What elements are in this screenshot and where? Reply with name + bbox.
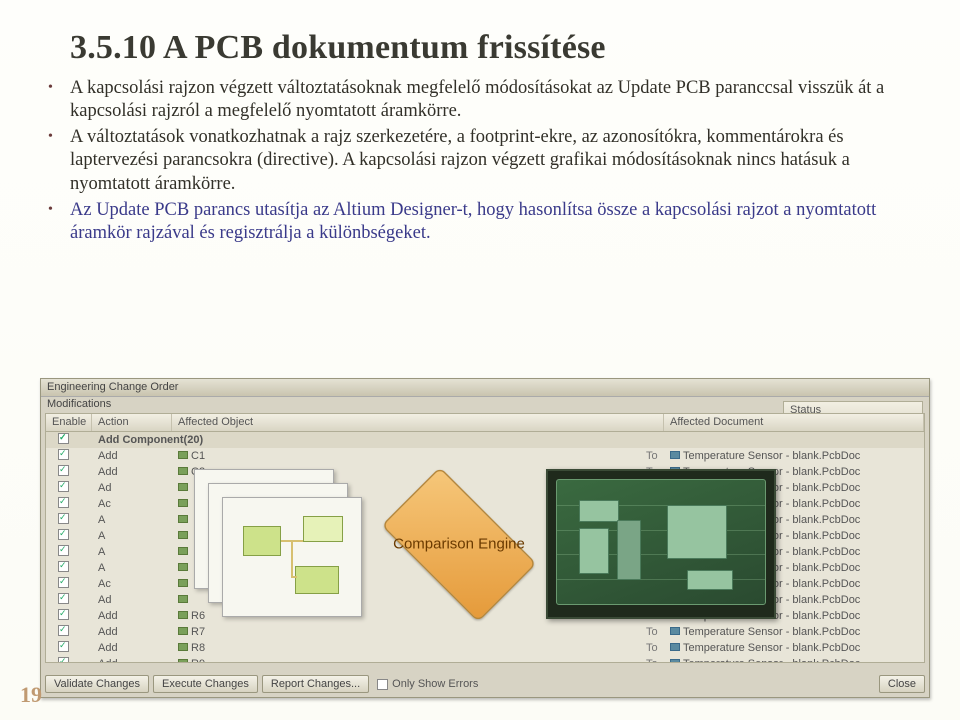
document-icon [670, 627, 680, 635]
row-object: R7 [172, 626, 640, 638]
component-icon [178, 643, 188, 651]
row-action: Add [92, 626, 172, 638]
slide-title: 3.5.10 A PCB dokumentum frissítése [70, 28, 924, 67]
checkbox-icon[interactable] [58, 609, 69, 620]
bullet-3: Az Update PCB parancs utasítja az Altium… [40, 199, 924, 245]
only-errors-checkbox[interactable]: Only Show Errors [377, 678, 478, 690]
row-document: Temperature Sensor - blank PcbDoc [664, 658, 924, 663]
checkbox-icon[interactable] [58, 641, 69, 652]
component-icon [178, 467, 188, 475]
eco-grid-header: Enable Action Affected Object Affected D… [46, 414, 924, 432]
row-to: To [640, 450, 664, 462]
row-to: To [640, 642, 664, 654]
checkbox-icon[interactable] [58, 657, 69, 663]
row-action: A [92, 562, 172, 574]
checkbox-icon[interactable] [58, 625, 69, 636]
only-errors-label: Only Show Errors [392, 678, 478, 690]
row-object: C1 [172, 450, 640, 462]
close-button[interactable]: Close [879, 675, 925, 693]
page-number: 19 [20, 682, 42, 708]
checkbox-icon[interactable] [58, 481, 69, 492]
checkbox-icon[interactable] [58, 513, 69, 524]
checkbox-icon [377, 679, 388, 690]
eco-row[interactable]: AddR8ToTemperature Sensor - blank.PcbDoc [46, 640, 924, 656]
eco-group-label: Add Component(20) [92, 434, 209, 446]
component-icon [178, 627, 188, 635]
row-object: R8 [172, 642, 640, 654]
eco-group-row: Add Component(20) [46, 432, 924, 448]
row-document: Temperature Sensor - blank.PcbDoc [664, 450, 924, 462]
bullet-3-text: Az Update PCB parancs utasítja az Altium… [70, 200, 876, 243]
checkbox-icon[interactable] [58, 465, 69, 476]
pcb-preview-icon [546, 469, 776, 619]
comparison-engine-label: Comparison Engine [364, 536, 554, 553]
row-action: Ac [92, 498, 172, 510]
report-button[interactable]: Report Changes... [262, 675, 369, 693]
row-action: Add [92, 450, 172, 462]
row-action: Ad [92, 594, 172, 606]
comparison-overlay: Comparison Engine [194, 469, 776, 619]
validate-button[interactable]: Validate Changes [45, 675, 149, 693]
document-icon [670, 451, 680, 459]
row-action: A [92, 530, 172, 542]
slide-body: A kapcsolási rajzon végzett változtatáso… [70, 77, 924, 245]
eco-row[interactable]: AddR9ToTemperature Sensor - blank PcbDoc [46, 656, 924, 663]
row-action: Ad [92, 482, 172, 494]
document-icon [670, 659, 680, 663]
component-icon [178, 531, 188, 539]
row-object: R9 [172, 658, 640, 663]
col-enable: Enable [46, 414, 92, 431]
row-action: Add [92, 466, 172, 478]
component-icon [178, 563, 188, 571]
component-icon [178, 515, 188, 523]
checkbox-icon[interactable] [58, 433, 69, 444]
row-action: Add [92, 610, 172, 622]
eco-dialog: Engineering Change Order Modifications S… [40, 378, 930, 698]
row-action: A [92, 546, 172, 558]
eco-row[interactable]: AddC1ToTemperature Sensor - blank.PcbDoc [46, 448, 924, 464]
row-action: Ac [92, 578, 172, 590]
component-icon [178, 483, 188, 491]
row-document: Temperature Sensor - blank.PcbDoc [664, 642, 924, 654]
component-icon [178, 659, 188, 663]
component-icon [178, 547, 188, 555]
checkbox-icon[interactable] [58, 561, 69, 572]
component-icon [178, 499, 188, 507]
checkbox-icon[interactable] [58, 545, 69, 556]
eco-titlebar: Engineering Change Order [41, 379, 929, 397]
component-icon [178, 611, 188, 619]
checkbox-icon[interactable] [58, 497, 69, 508]
row-action: Add [92, 658, 172, 663]
eco-buttons: Validate Changes Execute Changes Report … [45, 675, 925, 693]
col-object: Affected Object [172, 414, 664, 431]
execute-button[interactable]: Execute Changes [153, 675, 258, 693]
col-document: Affected Document [664, 414, 924, 431]
schematic-stack-icon [194, 469, 364, 619]
row-to: To [640, 658, 664, 663]
row-to: To [640, 626, 664, 638]
bullet-2: A változtatások vonatkozhatnak a rajz sz… [40, 126, 924, 195]
document-icon [670, 643, 680, 651]
checkbox-icon[interactable] [58, 449, 69, 460]
col-action: Action [92, 414, 172, 431]
component-icon [178, 451, 188, 459]
component-icon [178, 595, 188, 603]
component-icon [178, 579, 188, 587]
row-document: Temperature Sensor - blank.PcbDoc [664, 626, 924, 638]
comparison-engine-diamond: Comparison Engine [364, 487, 554, 602]
checkbox-icon[interactable] [58, 577, 69, 588]
row-action: Add [92, 642, 172, 654]
checkbox-icon[interactable] [58, 529, 69, 540]
slide: 3.5.10 A PCB dokumentum frissítése A kap… [0, 0, 960, 720]
checkbox-icon[interactable] [58, 593, 69, 604]
row-action: A [92, 514, 172, 526]
eco-row[interactable]: AddR7ToTemperature Sensor - blank.PcbDoc [46, 624, 924, 640]
bullet-1: A kapcsolási rajzon végzett változtatáso… [40, 77, 924, 123]
